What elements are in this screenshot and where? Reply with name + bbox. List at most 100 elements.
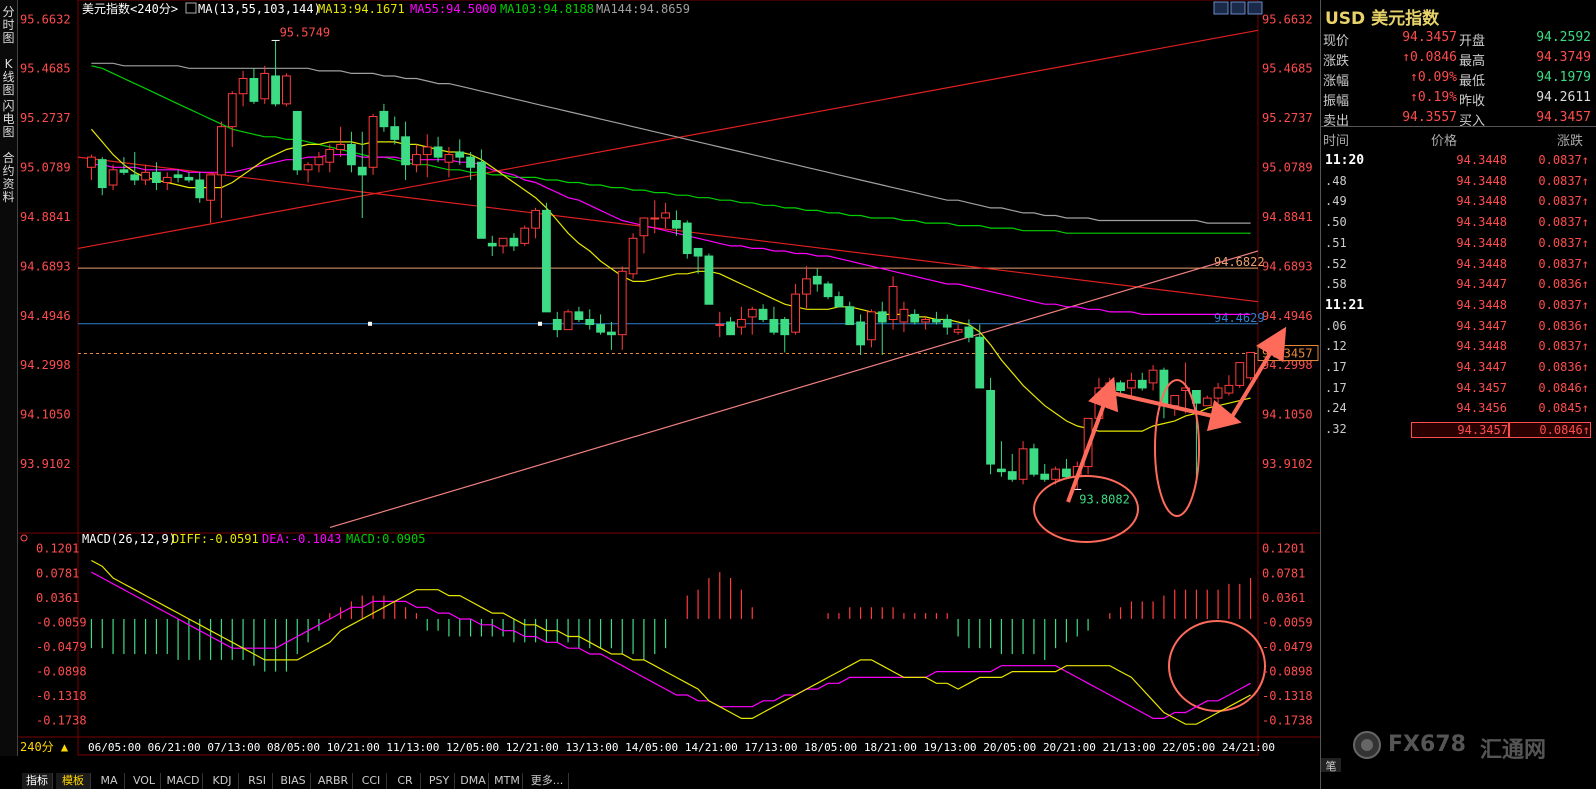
- tick-row[interactable]: .49 94.3448 0.0837↑: [1321, 191, 1596, 211]
- indicator-tab-7[interactable]: BIAS: [276, 773, 311, 789]
- candle-body: [282, 75, 291, 105]
- tick-row[interactable]: .06 94.3447 0.0836↑: [1321, 316, 1596, 336]
- y-tick-right: 95.6632: [1262, 12, 1313, 26]
- candle-body: [509, 237, 519, 247]
- indicator-tab-0[interactable]: 指标: [22, 773, 53, 789]
- candle-body: [910, 313, 920, 323]
- tick-row[interactable]: .12 94.3448 0.0837↑: [1321, 336, 1596, 356]
- quote-value: 94.1979: [1536, 70, 1591, 85]
- chart-header-title: 美元指数<240分>: [82, 1, 178, 16]
- x-tick-label: 14/05:00: [625, 741, 678, 754]
- quote-label: 昨收: [1459, 94, 1486, 109]
- macd-y-tick-left: 0.1201: [36, 542, 79, 556]
- tick-change: 0.0837↑: [1538, 194, 1589, 209]
- candle-body: [401, 136, 410, 166]
- tick-row[interactable]: .24 94.3456 0.0845↑: [1321, 398, 1596, 418]
- candle-body: [141, 171, 150, 181]
- candle-body: [932, 318, 941, 323]
- tick-row[interactable]: .58 94.3447 0.0836↑: [1321, 274, 1596, 294]
- candle-body: [238, 77, 248, 95]
- candle-body: [162, 176, 172, 183]
- side-tab-timeshare[interactable]: 分时图: [0, 6, 17, 45]
- indicator-tab-12[interactable]: DMA: [458, 773, 489, 789]
- quote-label: 涨幅: [1323, 74, 1350, 89]
- quote-value: 94.3557: [1402, 110, 1457, 125]
- zoom-in-icon[interactable]: [1213, 1, 1229, 15]
- tick-time: .51: [1325, 235, 1347, 250]
- tick-row[interactable]: 11:21 94.3448 0.0837↑: [1321, 295, 1596, 315]
- y-tick-right: 94.8841: [1262, 210, 1313, 224]
- candle-body: [87, 156, 96, 168]
- tick-row[interactable]: .17 94.3457 0.0846↑: [1321, 378, 1596, 398]
- y-tick-right: 95.2737: [1262, 111, 1313, 125]
- ma103-label: MA103:94.8188: [500, 2, 594, 16]
- side-tab-flash[interactable]: 闪电图: [0, 100, 17, 139]
- tick-row[interactable]: .50 94.3448 0.0837↑: [1321, 212, 1596, 232]
- x-tick-label: 08/05:00: [267, 741, 320, 754]
- side-tab-kline[interactable]: K线图: [0, 58, 17, 97]
- indicator-tab-2[interactable]: MA: [94, 773, 125, 789]
- candle-body: [217, 126, 226, 176]
- tick-price: 94.3456: [1456, 401, 1507, 416]
- indicator-tab-13[interactable]: MTM: [492, 773, 523, 789]
- window-icon[interactable]: [1247, 1, 1263, 15]
- candle-body: [737, 318, 746, 328]
- y-tick-left: 95.4685: [20, 62, 71, 76]
- tick-row[interactable]: .32 94.3457 0.0846↑: [1321, 419, 1596, 439]
- y-tick-right: 95.0789: [1262, 161, 1313, 175]
- candle-body: [563, 311, 573, 331]
- y-tick-left: 94.2998: [20, 358, 71, 372]
- tick-row[interactable]: 11:20 94.3448 0.0837↑: [1321, 150, 1596, 170]
- y-tick-left: 94.1050: [20, 408, 71, 422]
- x-tick-label: 22/05:00: [1162, 741, 1215, 754]
- zoom-out-icon[interactable]: [1230, 1, 1246, 15]
- x-tick-label: 10/21:00: [327, 741, 380, 754]
- tick-time: .24: [1325, 401, 1347, 416]
- indicator-tab-11[interactable]: PSY: [424, 773, 455, 789]
- candle-body: [639, 217, 649, 237]
- indicator-tab-6[interactable]: RSI: [242, 773, 273, 789]
- tick-time: 11:21: [1325, 297, 1365, 313]
- tick-change: 0.0836↑: [1538, 277, 1589, 292]
- candle-body: [921, 318, 930, 323]
- tick-change: 0.0836↑: [1538, 360, 1589, 374]
- chart-canvas[interactable]: 美元指数<240分> MA(13,55,103,144)MA13:94.1671 M…: [0, 0, 1320, 756]
- indicator-tab-5[interactable]: KDJ: [206, 773, 239, 789]
- indicator-tab-3[interactable]: VOL: [128, 773, 161, 789]
- level-handle: [538, 321, 542, 326]
- indicator-tab-8[interactable]: ARBR: [314, 773, 353, 789]
- macd-y-tick-left: -0.1318: [36, 689, 87, 703]
- side-tab-contract[interactable]: 合约资料: [0, 152, 17, 204]
- tick-row[interactable]: .48 94.3448 0.0837↑: [1321, 171, 1596, 191]
- tick-row[interactable]: .17 94.3447 0.0836↑: [1321, 357, 1596, 377]
- tick-row[interactable]: .51 94.3448 0.0837↑: [1321, 233, 1596, 253]
- candle-body: [184, 176, 194, 181]
- candle-body: [1062, 468, 1071, 478]
- macd-y-tick-right: 0.1201: [1262, 542, 1305, 556]
- tick-row[interactable]: .52 94.3448 0.0837↑: [1321, 254, 1596, 274]
- x-tick-label: 21/13:00: [1103, 741, 1156, 754]
- indicator-tab-9[interactable]: CCI: [356, 773, 387, 789]
- indicator-tab-10[interactable]: CR: [390, 773, 421, 789]
- indicator-tab-4[interactable]: MACD: [164, 773, 203, 789]
- y-tick-left: 94.6893: [20, 259, 71, 273]
- macd-y-tick-right: -0.1318: [1262, 689, 1313, 703]
- candle-body: [303, 164, 313, 171]
- corner-label[interactable]: 笔: [1321, 758, 1341, 773]
- tick-time: .50: [1325, 215, 1347, 230]
- indicator-tab-14[interactable]: 更多...: [526, 773, 569, 789]
- x-tick-label: 19/13:00: [924, 741, 977, 754]
- x-tick-label: 14/21:00: [685, 741, 738, 754]
- candle-body: [1246, 351, 1255, 379]
- macd-y-tick-left: 0.0781: [36, 566, 79, 580]
- tick-time: .17: [1325, 380, 1347, 395]
- indicator-tab-1[interactable]: 模板: [56, 773, 91, 789]
- tick-change: 0.0837↑: [1538, 235, 1589, 250]
- macd-y-tick-left: -0.1738: [36, 714, 87, 728]
- period-selector[interactable]: 240分 ▲: [20, 740, 69, 754]
- candle-body: [542, 209, 551, 313]
- quote-label: 现价: [1323, 34, 1350, 49]
- tick-time: .58: [1325, 277, 1347, 292]
- candle-body: [1018, 448, 1028, 480]
- y-tick-right: 94.4946: [1262, 309, 1313, 323]
